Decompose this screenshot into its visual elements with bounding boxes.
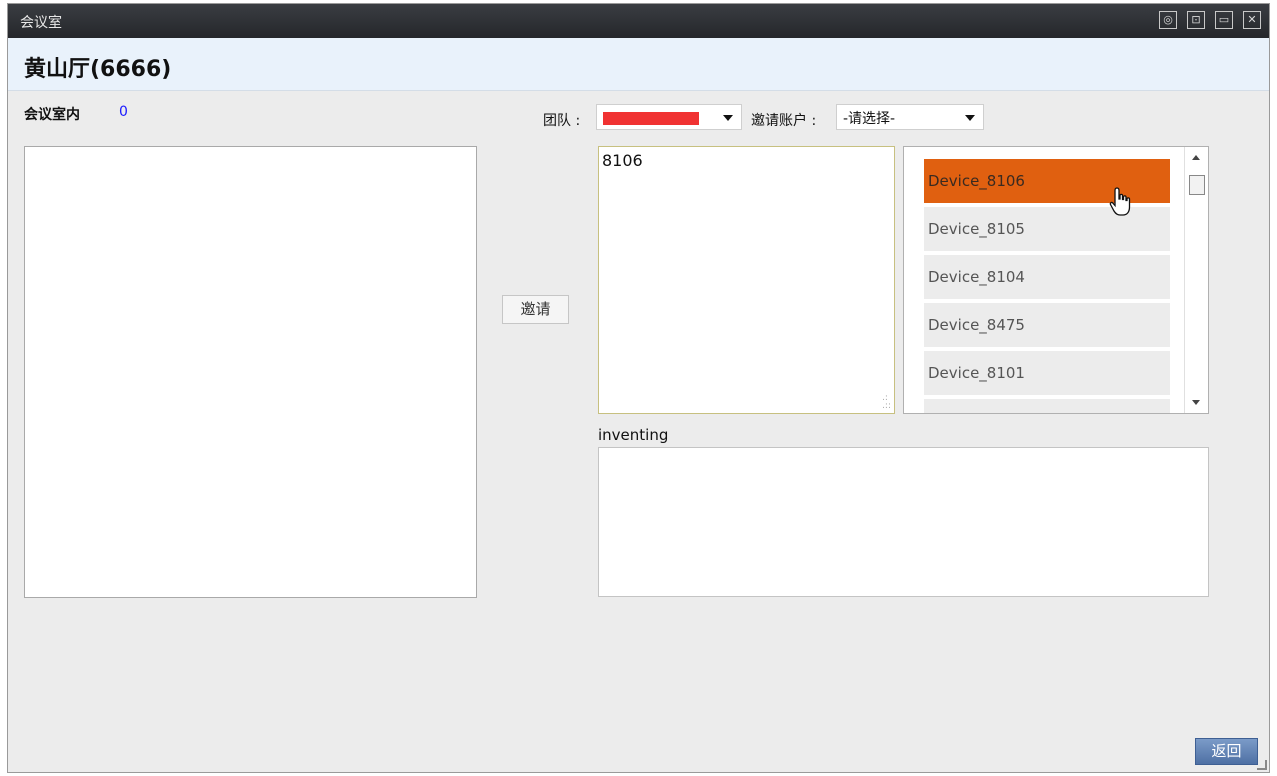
title-bar: 会议室 ◎ ⊡ ▭ ✕: [8, 4, 1269, 38]
device-list[interactable]: Device_8106 Device_8105 Device_8104 Devi…: [903, 146, 1209, 414]
device-list-item-partial[interactable]: [924, 399, 1170, 413]
redacted-team-value: [603, 112, 699, 125]
return-button[interactable]: 返回: [1195, 738, 1258, 765]
device-list-item[interactable]: Device_8475: [924, 303, 1170, 347]
account-select-value: -请选择-: [843, 111, 896, 127]
team-select[interactable]: [596, 104, 742, 130]
resize-grip-icon: .:.::: [882, 393, 891, 411]
scroll-up-icon[interactable]: [1192, 155, 1200, 160]
record-icon[interactable]: ◎: [1159, 11, 1177, 29]
device-search-input[interactable]: 8106 .:.::: [598, 146, 895, 414]
device-list-scrollbar[interactable]: [1184, 147, 1208, 413]
chevron-down-icon: [723, 115, 733, 121]
hand-cursor-icon: [1109, 187, 1131, 216]
inviting-label: inventing: [598, 426, 669, 444]
restore-icon[interactable]: ▭: [1215, 11, 1233, 29]
fullscreen-icon[interactable]: ⊡: [1187, 11, 1205, 29]
in-room-count: 0: [119, 104, 128, 120]
in-room-list[interactable]: [24, 146, 477, 598]
team-label: 团队 :: [543, 113, 581, 129]
device-list-item[interactable]: Device_8101: [924, 351, 1170, 395]
inviting-list[interactable]: [598, 447, 1209, 597]
window-title: 会议室: [20, 15, 62, 31]
scroll-down-icon[interactable]: [1192, 400, 1200, 405]
scroll-thumb[interactable]: [1189, 175, 1205, 195]
device-search-value: 8106: [602, 151, 643, 170]
device-list-item[interactable]: Device_8104: [924, 255, 1170, 299]
invite-button[interactable]: 邀请: [502, 295, 569, 324]
in-room-label: 会议室内: [24, 107, 80, 123]
chevron-down-icon: [965, 115, 975, 121]
room-header: 黄山厅(6666): [8, 38, 1269, 91]
window-controls: ◎ ⊡ ▭ ✕: [1159, 11, 1261, 29]
account-label: 邀请账户 :: [751, 113, 817, 129]
close-icon[interactable]: ✕: [1243, 11, 1261, 29]
account-select[interactable]: -请选择-: [836, 104, 984, 130]
conference-room-window: 会议室 ◎ ⊡ ▭ ✕ 黄山厅(6666) 会议室内 0 团队 : 邀请账户 :…: [7, 3, 1270, 773]
window-resize-icon[interactable]: [1257, 760, 1267, 770]
room-title: 黄山厅(6666): [24, 57, 172, 82]
